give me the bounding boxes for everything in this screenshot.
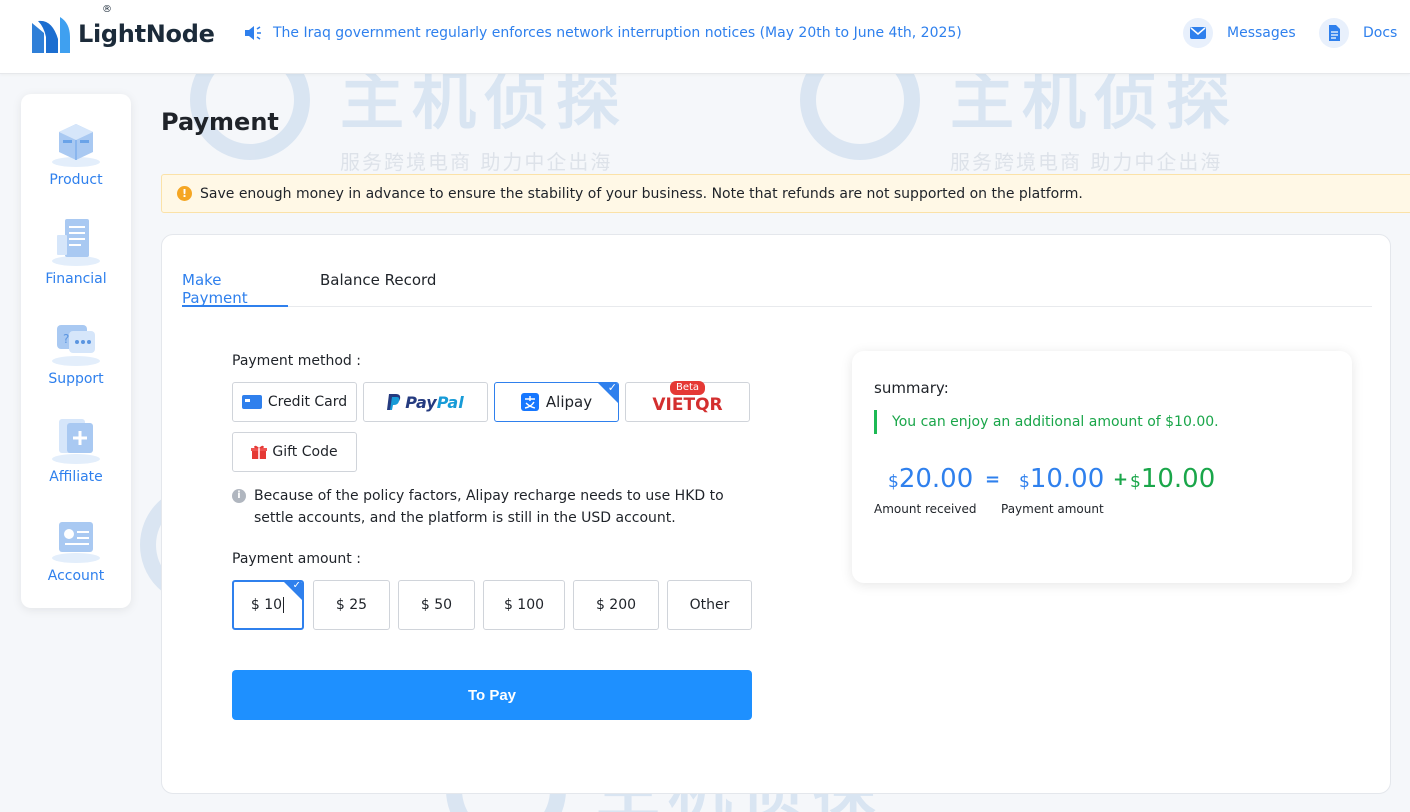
amount-option-other[interactable]: Other — [667, 580, 752, 630]
amount-input-value: $ 10 — [250, 597, 283, 613]
lightnode-logo[interactable]: ® LightNode — [30, 4, 215, 56]
warning-text: Save enough money in advance to ensure t… — [200, 185, 1083, 202]
amount-option-10[interactable]: $ 10 ✓ — [232, 580, 304, 630]
amount-option-100[interactable]: $ 100 — [483, 580, 565, 630]
beta-badge: Beta — [670, 381, 706, 395]
sidebar-label-financial: Financial — [45, 271, 107, 287]
vietqr-wordmark: VIETQR — [652, 395, 723, 415]
docs-link[interactable]: Docs — [1319, 18, 1397, 48]
top-header: ® LightNode The Iraq government regularl… — [0, 0, 1410, 74]
info-icon: i — [232, 489, 246, 503]
plus-sign: + — [1113, 469, 1129, 490]
policy-text: Because of the policy factors, Alipay re… — [254, 488, 724, 526]
ledger-icon — [46, 211, 106, 267]
gift-code-label: Gift Code — [272, 444, 338, 460]
amount-option-200[interactable]: $ 200 — [573, 580, 659, 630]
alipay-icon — [520, 393, 539, 411]
amount-received-value: $20.00 — [888, 464, 973, 494]
paypal-icon — [387, 394, 401, 410]
sidebar: Product Financial ? Support Affiliate Ac… — [21, 94, 131, 608]
equals-sign: = — [985, 469, 1001, 490]
document-icon — [1319, 18, 1349, 48]
credit-card-label: Credit Card — [267, 394, 348, 410]
warning-icon: ! — [177, 186, 192, 201]
messages-link[interactable]: Messages — [1183, 18, 1296, 48]
support-chat-icon: ? — [46, 311, 106, 367]
alipay-label: Alipay — [545, 393, 593, 411]
docs-label: Docs — [1363, 25, 1398, 41]
sidebar-label-product: Product — [49, 172, 103, 188]
logo-text: LightNode — [78, 20, 215, 48]
credit-card-icon — [241, 395, 262, 409]
alipay-policy-note: i Because of the policy factors, Alipay … — [232, 485, 732, 529]
method-credit-card[interactable]: Credit Card — [232, 382, 357, 422]
check-icon: ✓ — [292, 580, 301, 591]
paypal-wordmark-pay: Pay — [405, 392, 437, 412]
affiliate-plus-icon — [46, 409, 106, 465]
registered-mark: ® — [102, 4, 112, 15]
announcement-notice[interactable]: The Iraq government regularly enforces n… — [243, 23, 962, 43]
method-gift-code[interactable]: Gift Code — [232, 432, 357, 472]
to-pay-button[interactable]: To Pay — [232, 670, 752, 720]
payment-amount-caption: Payment amount — [1001, 502, 1104, 516]
server-cube-icon — [46, 112, 106, 168]
gift-icon — [251, 445, 268, 459]
paypal-wordmark-pal: Pal — [436, 392, 464, 412]
method-paypal[interactable]: Pay Pal — [363, 382, 488, 422]
check-icon: ✓ — [607, 382, 617, 394]
svg-text:?: ? — [63, 332, 69, 346]
currency-symbol: $ — [888, 472, 899, 492]
received-number: 20.00 — [898, 464, 974, 494]
sidebar-item-support[interactable]: ? Support — [21, 311, 131, 401]
refund-warning-banner: ! Save enough money in advance to ensure… — [161, 174, 1410, 213]
amount-option-50[interactable]: $ 50 — [398, 580, 475, 630]
payment-number: 10.00 — [1029, 464, 1105, 494]
sidebar-item-product[interactable]: Product — [21, 112, 131, 202]
currency-symbol: $ — [1019, 472, 1030, 492]
sidebar-item-financial[interactable]: Financial — [21, 211, 131, 301]
speaker-icon — [245, 26, 261, 40]
sidebar-label-affiliate: Affiliate — [49, 469, 103, 485]
bonus-number: 10.00 — [1140, 464, 1216, 494]
payment-summary: summary: You can enjoy an additional amo… — [852, 351, 1352, 583]
sidebar-label-account: Account — [47, 568, 105, 584]
messages-label: Messages — [1227, 25, 1296, 41]
bonus-amount-value: $10.00 — [1130, 464, 1215, 494]
payment-amount-label: Payment amount : — [232, 551, 361, 567]
bonus-note: You can enjoy an additional amount of $1… — [874, 410, 1219, 434]
summary-title: summary: — [874, 379, 949, 397]
tab-balance-record[interactable]: Balance Record — [320, 271, 440, 307]
payment-amount-value: $10.00 — [1019, 464, 1104, 494]
amount-received-caption: Amount received — [874, 502, 977, 516]
currency-symbol: $ — [1130, 472, 1141, 492]
lightnode-logo-icon — [32, 17, 70, 53]
sidebar-item-account[interactable]: Account — [21, 508, 131, 598]
mail-icon — [1183, 18, 1213, 48]
sidebar-label-support: Support — [48, 371, 104, 387]
sidebar-item-affiliate[interactable]: Affiliate — [21, 409, 131, 499]
amount-option-25[interactable]: $ 25 — [313, 580, 390, 630]
method-alipay[interactable]: Alipay ✓ — [494, 382, 619, 422]
payment-card: Make Payment Balance Record Payment meth… — [161, 234, 1391, 794]
account-card-icon — [46, 508, 106, 564]
payment-tabs: Make Payment Balance Record — [182, 271, 1372, 307]
page-title: Payment — [161, 108, 279, 136]
tab-make-payment[interactable]: Make Payment — [182, 271, 288, 307]
method-vietqr[interactable]: Beta VIETQR — [625, 381, 750, 422]
payment-method-label: Payment method : — [232, 353, 361, 369]
notice-text: The Iraq government regularly enforces n… — [273, 25, 962, 41]
